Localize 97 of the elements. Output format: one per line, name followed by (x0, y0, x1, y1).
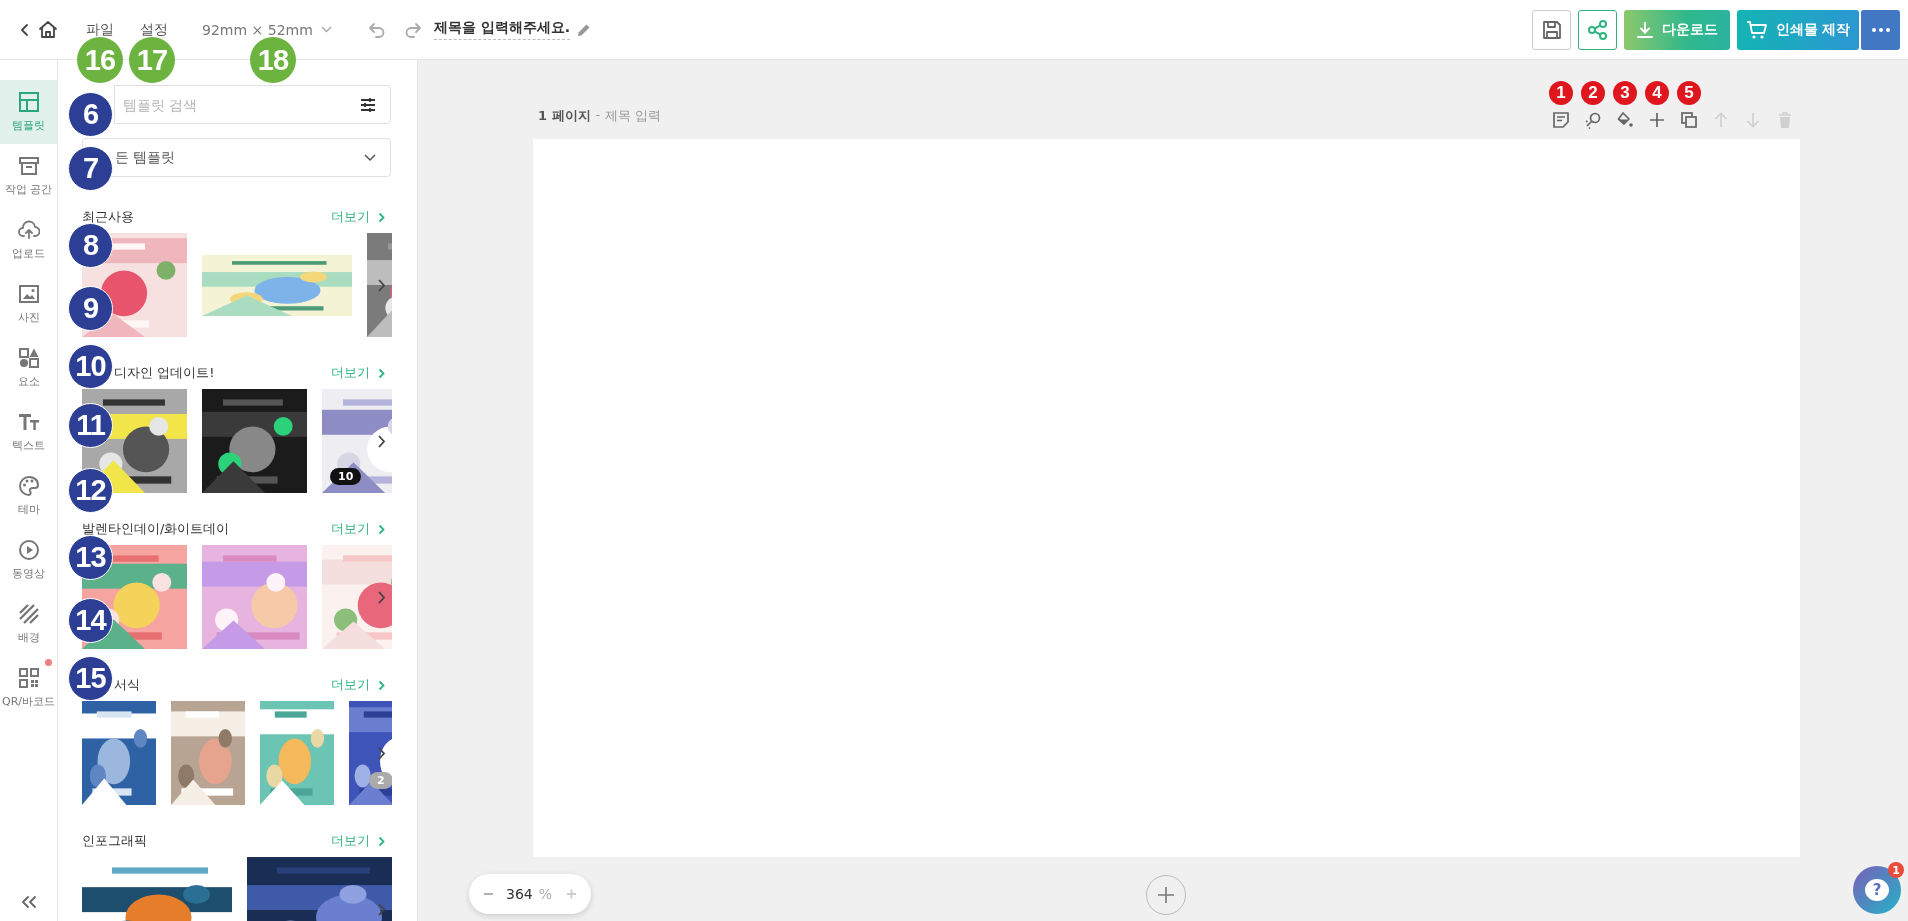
sidebar-tab[interactable]: 사진 (0, 272, 57, 336)
callout-badge: 10 (68, 344, 113, 389)
chevron-right-icon[interactable] (377, 278, 386, 293)
search-field[interactable]: 템플릿 검색 (114, 85, 391, 124)
sidebar-tab[interactable]: 요소 (0, 336, 57, 400)
plus-icon (1648, 111, 1666, 129)
callout-badge: 12 (68, 468, 113, 513)
callout-badge: 8 (68, 223, 113, 268)
text-icon (17, 411, 40, 433)
download-icon (1636, 20, 1654, 39)
sidebar-tab[interactable]: 작업 공간 (0, 144, 57, 208)
chevron-right-icon (378, 679, 385, 691)
callout-badge: 13 (68, 535, 113, 580)
zoom-unit: % (538, 886, 552, 902)
more-button[interactable] (1860, 9, 1900, 50)
callout-badge: 2 (1581, 81, 1605, 105)
shapes-icon (17, 347, 40, 369)
callout-badge: 17 (129, 37, 175, 83)
sidebar-tab[interactable]: 템플릿 (0, 80, 57, 144)
tool-button[interactable] (1584, 111, 1602, 129)
callout-badge: 15 (68, 656, 113, 701)
share-icon (1586, 18, 1609, 41)
share-button[interactable] (1578, 9, 1617, 50)
callout-badge: 7 (68, 146, 113, 191)
chevron-right-icon (378, 835, 385, 847)
zoom-value[interactable]: 364 (505, 886, 533, 902)
callout-badge: 6 (68, 92, 113, 137)
save-icon (1540, 18, 1563, 41)
menu-item[interactable]: 설정 (140, 20, 168, 39)
redo-icon[interactable] (403, 21, 422, 38)
magic-icon (1584, 111, 1602, 129)
callout-badge: 1 (1549, 81, 1573, 105)
section-title: 인포그래픽 (82, 832, 147, 850)
chevron-right-icon[interactable] (377, 746, 386, 761)
more-link[interactable]: 더보기 (331, 676, 385, 694)
arrow-up-icon (1712, 111, 1730, 129)
plus-icon (1157, 886, 1175, 904)
chevron-right-icon (378, 367, 385, 379)
home-icon[interactable] (38, 20, 58, 39)
cart-icon (1745, 19, 1768, 40)
section-title: 최근사용 (82, 208, 134, 226)
archive-icon (17, 155, 40, 177)
print-button[interactable]: 인쇄물 제작 (1737, 9, 1859, 50)
page-number: 1 페이지 (538, 107, 591, 125)
trash-icon (1776, 111, 1794, 129)
memo-icon (1552, 111, 1570, 129)
callout-badge: 18 (249, 37, 296, 83)
undo-icon[interactable] (367, 21, 386, 38)
paint-bucket-icon (1616, 111, 1634, 129)
sidebar-tab[interactable]: 테마 (0, 464, 57, 528)
sidebar-tab[interactable]: 배경 (0, 592, 57, 656)
chevron-down-icon (320, 26, 332, 33)
stripes-icon (17, 603, 40, 625)
section-title: 발렌타인데이/화이트데이 (82, 520, 230, 538)
page-title[interactable]: 제목 입력 (605, 107, 662, 125)
more-link[interactable]: 더보기 (331, 832, 385, 850)
help-icon: ? (1865, 879, 1889, 901)
sidebar-tab[interactable]: QR/바코드 (0, 656, 57, 720)
save-button[interactable] (1532, 9, 1571, 50)
callout-badge: 16 (77, 37, 123, 83)
palette-icon (17, 475, 40, 497)
copy-icon (1680, 111, 1698, 129)
download-button[interactable]: 다운로드 (1624, 9, 1730, 50)
qr-code-icon (17, 667, 40, 689)
cloud-upload-icon (17, 219, 40, 241)
menu-item[interactable]: 파일 (86, 20, 114, 39)
collapse-icon[interactable] (20, 895, 37, 909)
sidebar-tab[interactable]: 동영상 (0, 528, 57, 592)
chevron-right-icon (378, 211, 385, 223)
play-icon (17, 539, 40, 561)
more-link[interactable]: 더보기 (331, 520, 385, 538)
image-icon (17, 283, 40, 305)
more-icon (1871, 27, 1890, 32)
notification-badge: 1 (1888, 862, 1904, 878)
tool-button[interactable] (1648, 111, 1666, 129)
separator-text: - (595, 107, 601, 124)
size-dropdown[interactable]: 92mm × 52mm (202, 21, 332, 38)
more-link[interactable]: 더보기 (331, 364, 385, 382)
page-count-badge: 10 (330, 468, 362, 485)
back-icon[interactable] (18, 21, 30, 38)
sidebar-tab[interactable]: 업로드 (0, 208, 57, 272)
layout-icon (17, 91, 40, 113)
sidebar-tab[interactable]: 텍스트 (0, 400, 57, 464)
more-link[interactable]: 더보기 (331, 208, 385, 226)
callout-badge: 3 (1613, 81, 1637, 105)
callout-badge: 4 (1645, 81, 1669, 105)
chevron-down-icon (364, 153, 376, 162)
tool-button[interactable] (1616, 111, 1634, 129)
document-title[interactable]: 제목을 입력해주세요. (433, 19, 570, 40)
arrow-down-icon (1744, 111, 1762, 129)
tool-button[interactable] (1552, 111, 1570, 129)
filter-icon[interactable] (360, 96, 376, 113)
tool-button[interactable] (1680, 111, 1698, 129)
search-input[interactable]: 템플릿 검색 (121, 95, 360, 114)
chevron-right-icon (378, 523, 385, 535)
callout-badge: 5 (1677, 81, 1701, 105)
chevron-right-icon[interactable] (377, 434, 386, 449)
